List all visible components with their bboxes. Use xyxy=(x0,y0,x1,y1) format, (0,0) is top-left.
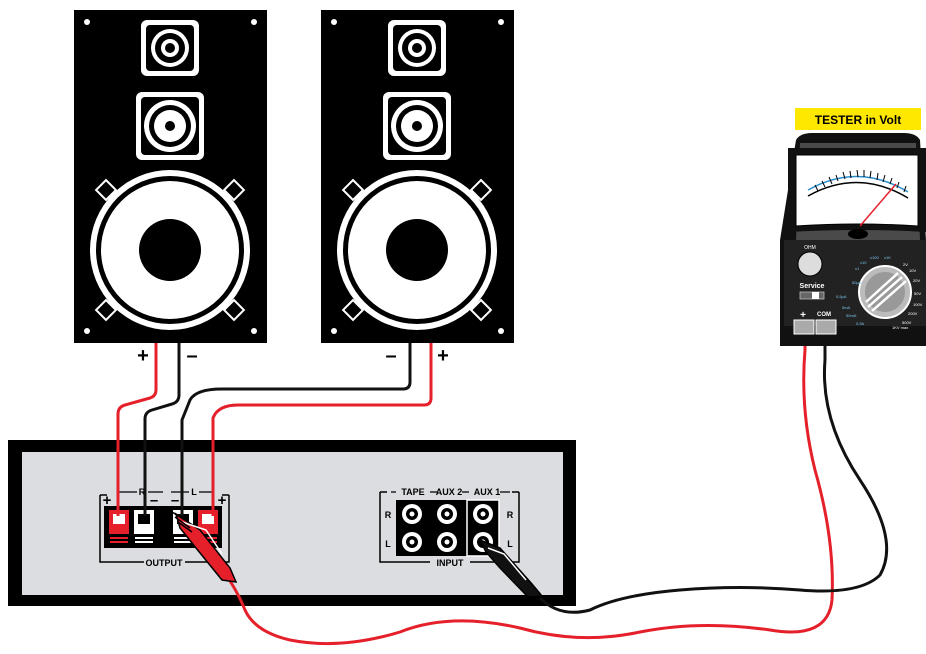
range-label: 0,5μA xyxy=(836,294,847,299)
range-label: x100 xyxy=(870,255,879,260)
range-label: 20V xyxy=(913,278,920,283)
terminal-plus-label: + xyxy=(800,310,806,321)
audio-test-diagram: + – – + OUTPUT R L + – – + INPUT TAPE AU… xyxy=(8,10,926,646)
right-speaker-minus: – xyxy=(385,345,396,367)
left-speaker: + – xyxy=(74,10,267,367)
tweeter xyxy=(141,20,199,76)
input-group-aux2: AUX 2 xyxy=(436,487,463,497)
terminal-plus xyxy=(793,319,815,335)
output-l-label: L xyxy=(191,487,197,497)
midrange-driver xyxy=(383,92,451,160)
ohm-knob xyxy=(797,251,823,277)
right-speaker: – + xyxy=(321,10,514,367)
left-speaker-plus: + xyxy=(137,345,149,367)
terminal-com-label: COM xyxy=(817,312,831,318)
tweeter xyxy=(388,20,446,76)
left-speaker-minus: – xyxy=(186,345,197,367)
range-label: 1KV max xyxy=(892,325,908,330)
amplifier: OUTPUT R L + – – + INPUT TAPE AUX 2 AUX … xyxy=(8,440,576,606)
input-group-tape: TAPE xyxy=(401,487,424,497)
range-label: 200V xyxy=(908,311,918,316)
midrange-driver xyxy=(136,92,204,160)
range-label: 10V xyxy=(909,268,916,273)
woofer xyxy=(90,170,250,330)
range-label: 50mA xyxy=(846,313,857,318)
tester-title: TESTER in Volt xyxy=(815,113,901,127)
voltage-tester: TESTER in Volt OHM Service x1 x10 x100 x… xyxy=(780,108,926,346)
right-speaker-plus: + xyxy=(437,345,449,367)
range-label: 0,5A xyxy=(856,321,865,326)
input-left-l: L xyxy=(385,539,391,549)
range-label: 50μA xyxy=(852,280,862,285)
terminal-com xyxy=(815,319,837,335)
range-label: x10 xyxy=(860,260,867,265)
input-right-r: R xyxy=(507,510,514,520)
output-label: OUTPUT xyxy=(146,558,184,568)
range-label: 100V xyxy=(913,302,923,307)
input-left-r: R xyxy=(385,510,392,520)
input-label: INPUT xyxy=(437,558,465,568)
input-group-aux1: AUX 1 xyxy=(474,487,501,497)
range-label: 2V xyxy=(903,262,908,267)
range-label: 50V xyxy=(914,291,921,296)
range-label: 5mA xyxy=(842,305,851,310)
woofer xyxy=(337,170,497,330)
knob-label: OHM xyxy=(804,245,816,251)
switch-label: Service xyxy=(800,283,825,290)
range-label: x1K xyxy=(884,255,891,260)
input-right-l: L xyxy=(507,539,513,549)
